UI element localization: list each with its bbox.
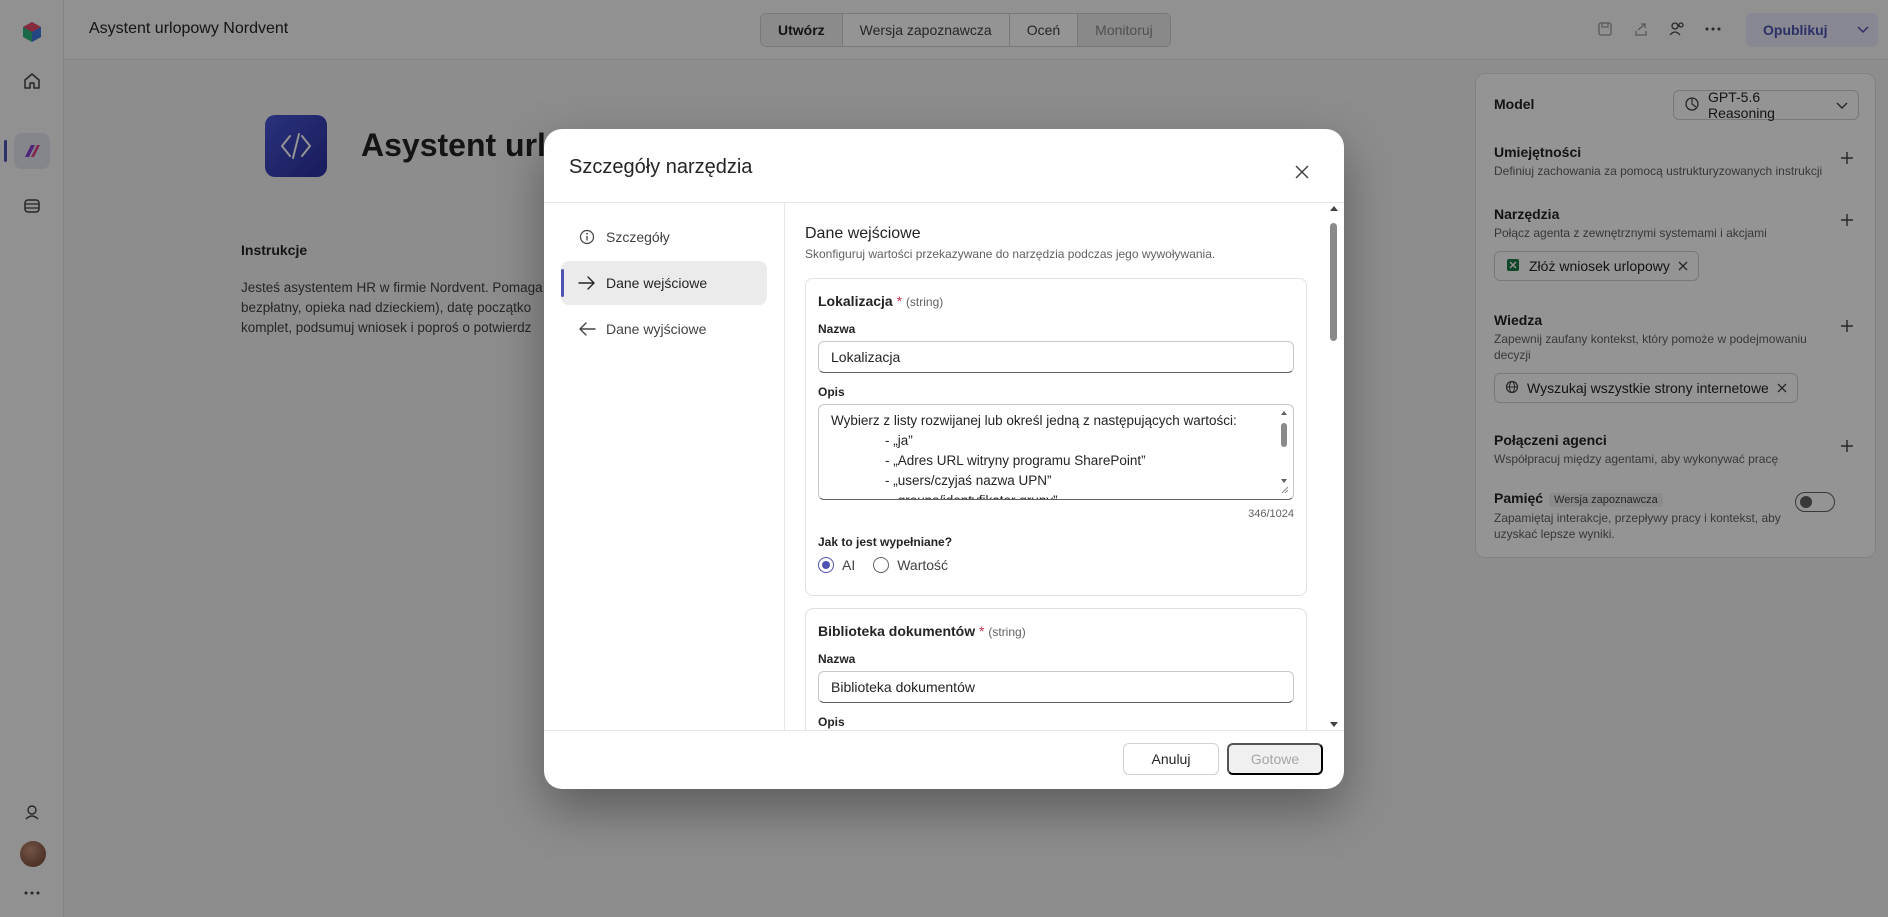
- description-line: Wybierz z listy rozwijanej lub określ je…: [831, 413, 1237, 428]
- required-marker: *: [896, 293, 903, 309]
- dialog-content[interactable]: Dane wejściowe Skonfiguruj wartości prze…: [785, 203, 1344, 730]
- input-card-header: Lokalizacja * (string): [818, 293, 943, 309]
- description-line: - „ja”: [885, 433, 913, 448]
- fill-method-radios: AI Wartość: [818, 557, 948, 573]
- textarea-scroll-thumb[interactable]: [1281, 423, 1287, 447]
- fill-method-label: Jak to jest wypełniane?: [818, 535, 953, 549]
- input-name: Biblioteka dokumentów: [818, 623, 976, 639]
- divider: [544, 730, 1344, 731]
- radio-value[interactable]: Wartość: [873, 557, 948, 573]
- nav-item-label: Szczegóły: [606, 229, 670, 245]
- description-line: - „users/czyjaś nazwa UPN”: [885, 473, 1052, 488]
- description-textarea[interactable]: Wybierz z listy rozwijanej lub określ je…: [818, 404, 1294, 500]
- info-icon: [578, 228, 596, 246]
- content-scroll-thumb[interactable]: [1330, 223, 1337, 341]
- input-card-header: Biblioteka dokumentów * (string): [818, 623, 1026, 639]
- description-line: - „groups/identyfikator grupy”: [831, 491, 1281, 499]
- nav-item-inputs[interactable]: Dane wejściowe: [561, 261, 767, 305]
- textarea-scrollbar[interactable]: [1279, 409, 1289, 495]
- nav-item-outputs[interactable]: Dane wyjściowe: [561, 307, 767, 351]
- radio-ai[interactable]: AI: [818, 557, 855, 573]
- input-name: Lokalizacja: [818, 293, 893, 309]
- radio-label: Wartość: [897, 557, 949, 573]
- content-scrollbar[interactable]: [1327, 203, 1341, 730]
- nav-item-details[interactable]: Szczegóły: [561, 215, 767, 259]
- name-field[interactable]: Biblioteka dokumentów: [818, 671, 1294, 703]
- input-type: (string): [988, 625, 1026, 639]
- radio-label: AI: [842, 557, 856, 573]
- section-subtitle: Skonfiguruj wartości przekazywane do nar…: [805, 247, 1216, 261]
- nav-item-label: Dane wyjściowe: [606, 321, 707, 337]
- input-card-location: Lokalizacja * (string) Nazwa Lokalizacja…: [805, 278, 1307, 596]
- arrow-right-icon: [578, 274, 596, 292]
- section-title: Dane wejściowe: [805, 225, 921, 242]
- name-field[interactable]: Lokalizacja: [818, 341, 1294, 373]
- name-label: Nazwa: [818, 322, 856, 336]
- dialog-nav: Szczegóły Dane wejściowe Dane wyjściowe: [561, 215, 767, 353]
- nav-item-label: Dane wejściowe: [606, 275, 708, 291]
- dialog-title: Szczegóły narzędzia: [569, 156, 753, 178]
- input-type: (string): [905, 295, 944, 309]
- arrow-left-icon: [578, 320, 596, 338]
- char-counter: 346/1024: [1248, 508, 1294, 520]
- description-line: - „Adres URL witryny programu SharePoint…: [885, 453, 1146, 468]
- done-button[interactable]: Gotowe: [1227, 743, 1323, 775]
- name-label: Nazwa: [818, 652, 856, 666]
- radio-circle: [873, 557, 890, 573]
- radio-circle: [818, 557, 834, 573]
- close-icon[interactable]: [1291, 161, 1313, 183]
- required-marker: *: [979, 623, 985, 639]
- tool-details-dialog: Szczegóły narzędzia Szczegóły Dane wejśc…: [544, 129, 1344, 789]
- input-card-document-library: Biblioteka dokumentów * (string) Nazwa B…: [805, 608, 1307, 730]
- description-label: Opis: [818, 715, 845, 729]
- description-label: Opis: [818, 385, 845, 399]
- cancel-button[interactable]: Anuluj: [1123, 743, 1219, 775]
